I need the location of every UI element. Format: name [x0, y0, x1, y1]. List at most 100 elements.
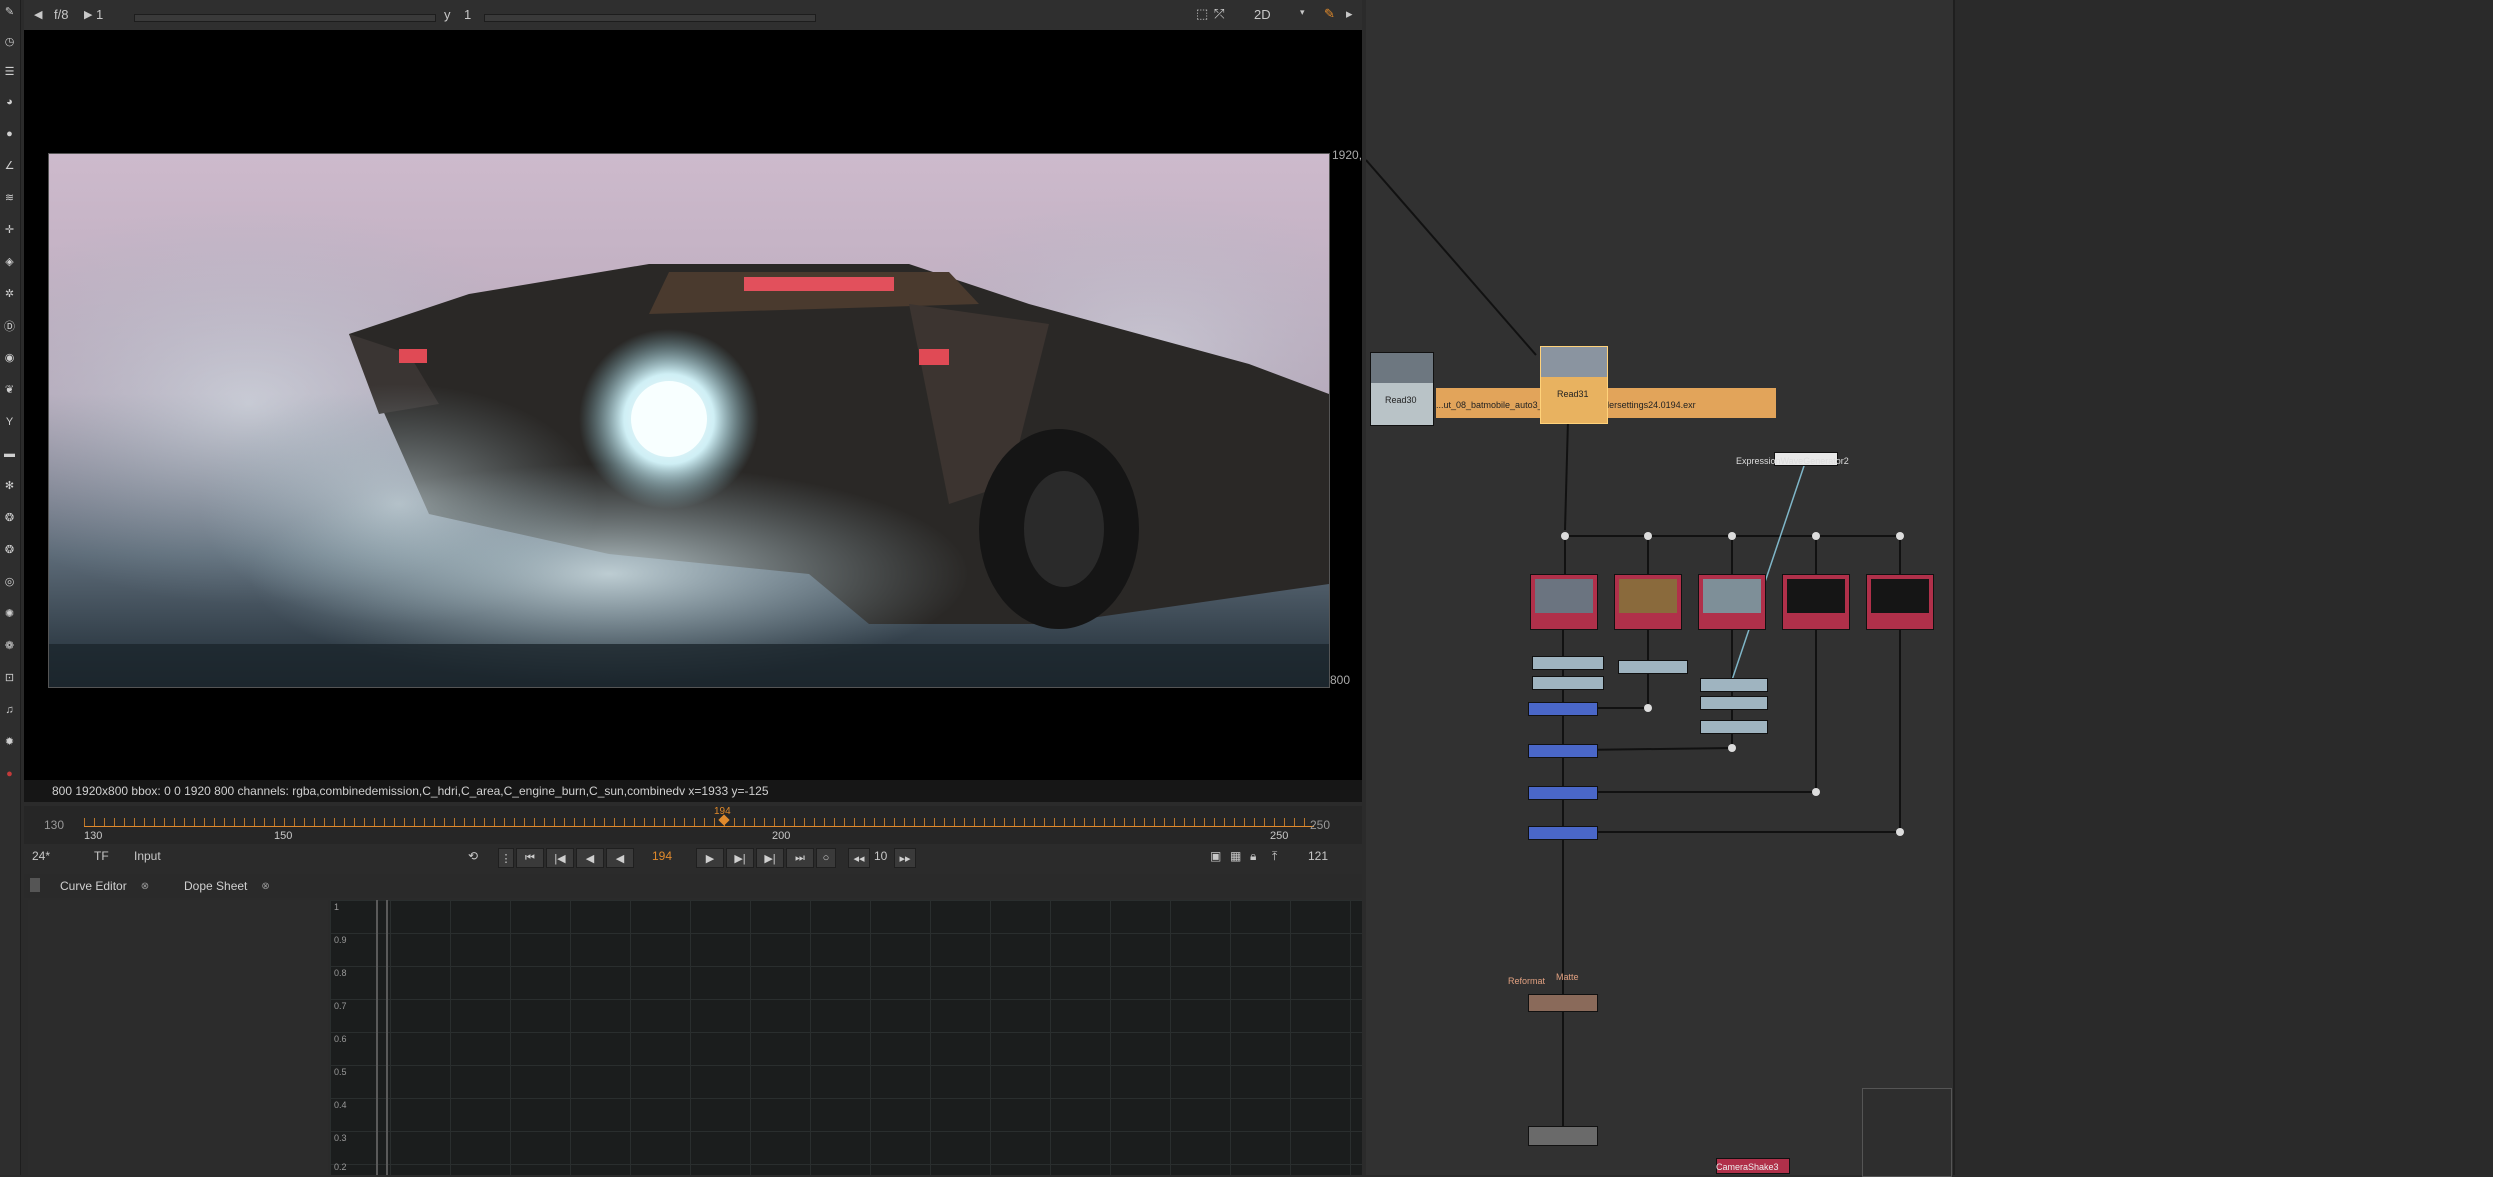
view-mode-select[interactable]: 2D [1254, 7, 1271, 22]
properties-panel[interactable]: ▔▔ ▔ [1953, 0, 2493, 1175]
fps-select[interactable]: 24* [32, 849, 50, 863]
cube-icon[interactable]: ◈ [2, 254, 17, 269]
node-shuffle-2[interactable] [1614, 574, 1682, 630]
play-forward-icon[interactable]: ▶ [696, 848, 724, 868]
node-shuffle-4[interactable] [1782, 574, 1850, 630]
node-shuffle-5[interactable] [1866, 574, 1934, 630]
layers-icon[interactable]: ≋ [2, 190, 17, 205]
box-icon[interactable]: ▬ [2, 446, 17, 461]
plugin-icon-1[interactable]: ❂ [2, 510, 17, 525]
node-read30[interactable]: Read30 [1370, 352, 1434, 426]
tf-select[interactable]: TF [94, 849, 109, 863]
node-read31[interactable]: Read31 [1540, 346, 1608, 424]
y-tick: 0.8 [334, 968, 347, 978]
gamma-slider[interactable] [484, 14, 816, 22]
timeline-end[interactable]: 250 [1310, 818, 1330, 832]
timeline[interactable]: 130 130 150 200 250 194 250 [24, 806, 1362, 844]
node-merge-1[interactable] [1528, 702, 1598, 716]
fstop-field[interactable]: f/8 [54, 7, 68, 22]
plugin-icon-3[interactable]: ◎ [2, 574, 17, 589]
plugin-icon-2[interactable]: ❂ [2, 542, 17, 557]
eye-icon[interactable]: ◉ [2, 350, 17, 365]
node-merge-3[interactable] [1528, 786, 1598, 800]
panel-menu-icon[interactable] [30, 878, 40, 892]
node-grade-4[interactable] [1700, 678, 1768, 692]
panel-handle-icon[interactable]: ▔▔ ▔ [1965, 0, 1991, 11]
list-icon[interactable]: ☰ [2, 64, 17, 79]
gain-slider[interactable] [134, 14, 436, 22]
node-graph[interactable]: Read30 ...ut_08_batmobile_auto3_stuck.ka… [1366, 0, 1953, 1177]
tab-dope-sheet[interactable]: Dope Sheet ⊗ [174, 876, 280, 896]
node-disabled[interactable] [1528, 1126, 1598, 1146]
current-frame-field[interactable]: 194 [652, 849, 672, 863]
chevron-down-icon[interactable]: ▾ [1300, 7, 1305, 18]
cache-icon[interactable]: ▦ [1230, 849, 1241, 863]
frame-field[interactable]: 1 [96, 7, 103, 22]
plugin-icon-5[interactable]: ❁ [2, 638, 17, 653]
export-icon[interactable]: ⤒ [1272, 849, 1277, 864]
node-shuffle-3[interactable] [1698, 574, 1766, 630]
y-field[interactable]: 1 [464, 7, 471, 22]
lut-icon[interactable]: ⤱ [1214, 6, 1224, 22]
node-grade-6[interactable] [1700, 720, 1768, 734]
transform-icon[interactable]: ✛ [2, 222, 17, 237]
d-icon[interactable]: Ⓓ [2, 318, 17, 333]
step-back-icon[interactable]: ◀ [576, 848, 604, 868]
close-icon[interactable]: ⊗ [141, 881, 149, 892]
step-forward-icon[interactable]: ▶| [726, 848, 754, 868]
prev-key-icon[interactable]: ⏮ [516, 848, 544, 868]
skip-first-icon[interactable]: ⋮ [498, 848, 514, 868]
node-grade-1[interactable] [1532, 656, 1604, 670]
pointer-icon[interactable]: ✎ [2, 4, 17, 19]
timeline-start[interactable]: 130 [44, 818, 64, 832]
y-tick: 0.2 [334, 1162, 347, 1172]
paint-icon[interactable]: ✎ [1324, 6, 1335, 22]
leaf-icon[interactable]: ❦ [2, 382, 17, 397]
node-shuffle-1[interactable] [1530, 574, 1598, 630]
node-grade-5[interactable] [1700, 696, 1768, 710]
y-icon[interactable]: Y [2, 414, 17, 429]
node-merge-2[interactable] [1528, 744, 1598, 758]
brush-icon[interactable]: ∠ [2, 158, 17, 173]
play-back-icon[interactable]: ◀ [606, 848, 634, 868]
input-select[interactable]: Input [134, 849, 161, 863]
next-frame-icon[interactable]: ▶| [756, 848, 784, 868]
gear-icon[interactable]: ✻ [2, 478, 17, 493]
record-icon[interactable]: ● [2, 766, 17, 781]
prev-frame-icon[interactable]: |◀ [546, 848, 574, 868]
color-icon[interactable]: ◕ [2, 94, 17, 109]
node-merge-4[interactable] [1528, 826, 1598, 840]
tab-curve-editor[interactable]: Curve Editor ⊗ [50, 876, 159, 896]
backdrop-box[interactable] [1862, 1088, 1952, 1177]
prev-icon[interactable]: ◀ [34, 8, 42, 21]
jump-forward-icon[interactable]: ▸▸ [894, 848, 916, 868]
play-icon[interactable]: ▶ [84, 8, 92, 21]
node-grade-2[interactable] [1532, 676, 1604, 690]
lock-icon[interactable]: 🔒︎ [1250, 849, 1256, 864]
y-tick: 0.3 [334, 1133, 347, 1143]
jump-back-icon[interactable]: ◂◂ [848, 848, 870, 868]
sync-icon[interactable]: ⟲ [468, 849, 478, 863]
render-image [48, 153, 1330, 688]
node-reformat[interactable] [1528, 994, 1598, 1012]
vr-icon[interactable]: ⊡ [2, 670, 17, 685]
particle-icon[interactable]: ✲ [2, 286, 17, 301]
last-frame-icon[interactable]: ⏭ [786, 848, 814, 868]
node-label: Read31 [1557, 389, 1589, 399]
curve-editor-outline[interactable] [28, 900, 328, 1175]
bell-icon[interactable]: ♫ [2, 702, 17, 717]
monitor-icon[interactable]: ▣ [1210, 849, 1221, 863]
settings-icon[interactable]: ✹ [2, 734, 17, 749]
timeline-ruler[interactable] [84, 818, 1314, 826]
circle-icon[interactable]: ● [2, 126, 17, 141]
menu-icon[interactable]: ▸ [1346, 6, 1353, 22]
roi-icon[interactable]: ⬚ [1196, 6, 1208, 22]
step-field[interactable]: 10 [874, 849, 887, 863]
node-grade-3[interactable] [1618, 660, 1688, 674]
curve-editor-graph[interactable]: 1 0.9 0.8 0.7 0.6 0.5 0.4 0.3 0.2 [330, 900, 1362, 1175]
clock-icon[interactable]: ◷ [2, 34, 17, 49]
loop-icon[interactable]: ○ [816, 848, 836, 868]
close-icon[interactable]: ⊗ [261, 881, 269, 892]
viewer-info-text: 800 1920x800 bbox: 0 0 1920 800 channels… [52, 784, 769, 798]
plugin-icon-4[interactable]: ✺ [2, 606, 17, 621]
